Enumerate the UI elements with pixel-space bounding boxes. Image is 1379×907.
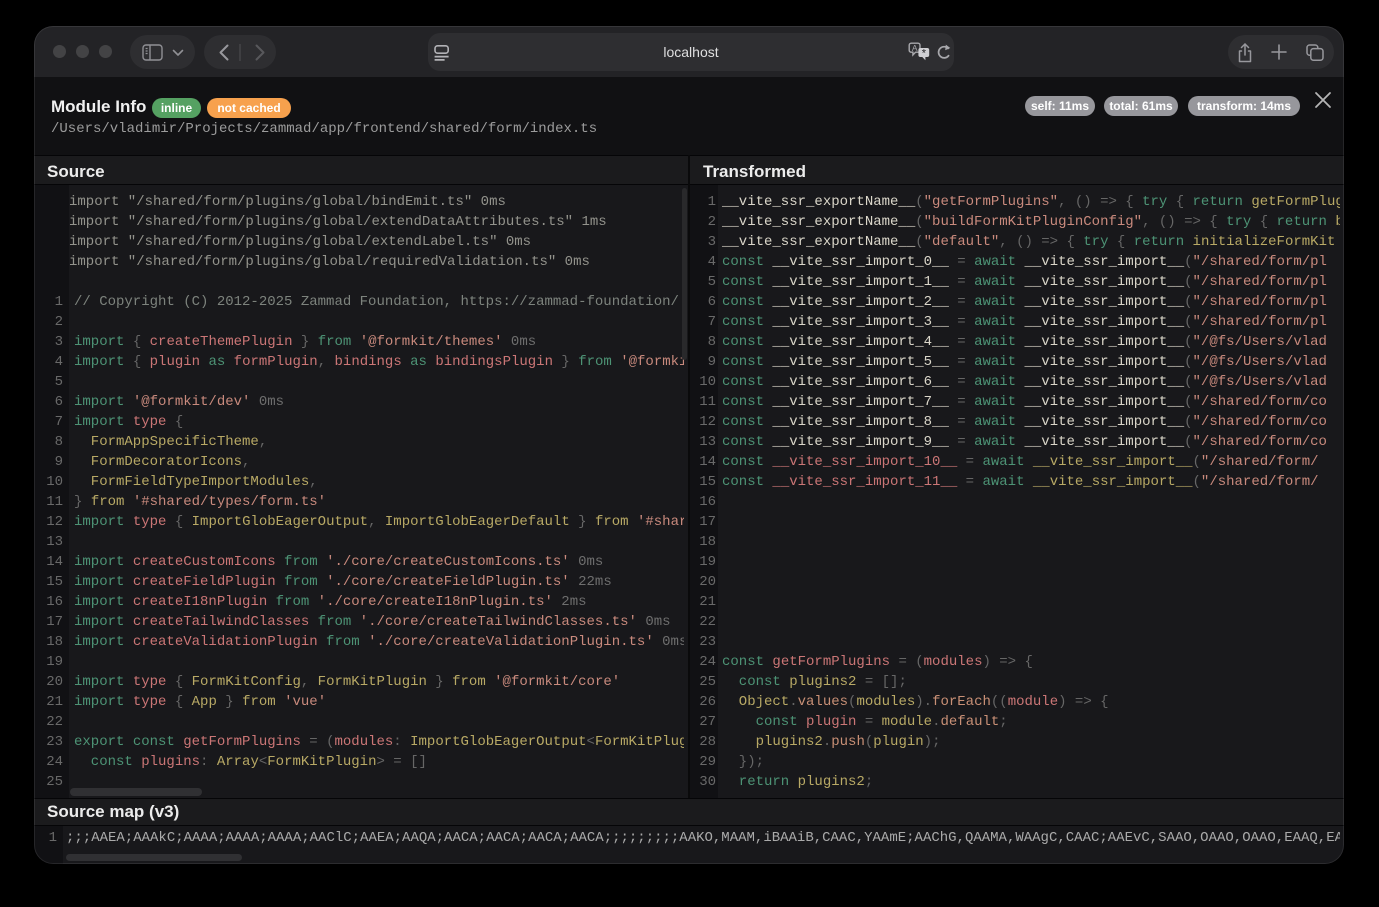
svg-text:A: A — [912, 43, 918, 53]
svg-text:*: * — [922, 48, 927, 60]
